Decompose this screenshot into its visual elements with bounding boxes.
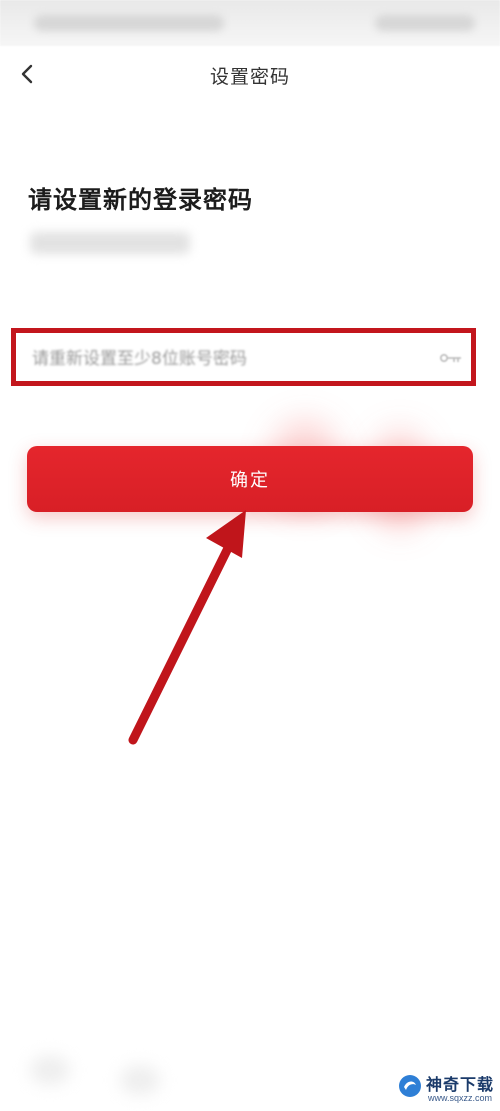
blurred-nav-element [120, 1065, 160, 1095]
page-title: 设置密码 [209, 66, 290, 88]
blurred-nav-element [30, 1055, 70, 1085]
status-bar [0, 0, 500, 46]
status-bar-right-blur [375, 15, 475, 31]
form-heading: 请设置新的登录密码 [28, 186, 253, 214]
key-icon[interactable] [439, 349, 463, 367]
watermark: 神奇下载 www.sqxzz.com [398, 1070, 498, 1108]
password-input[interactable] [30, 343, 434, 375]
status-bar-left-blur [34, 15, 224, 31]
password-field-highlight [11, 328, 476, 386]
blurred-subtitle [30, 232, 190, 254]
nav-bar: 设置密码 [0, 46, 500, 104]
brand-logo-icon [399, 1075, 421, 1097]
confirm-button[interactable]: 确定 [27, 446, 473, 512]
watermark-url: www.sqxzz.com [428, 1093, 493, 1103]
watermark-brand: 神奇下载 [426, 1075, 495, 1094]
annotation-arrow [128, 510, 246, 745]
